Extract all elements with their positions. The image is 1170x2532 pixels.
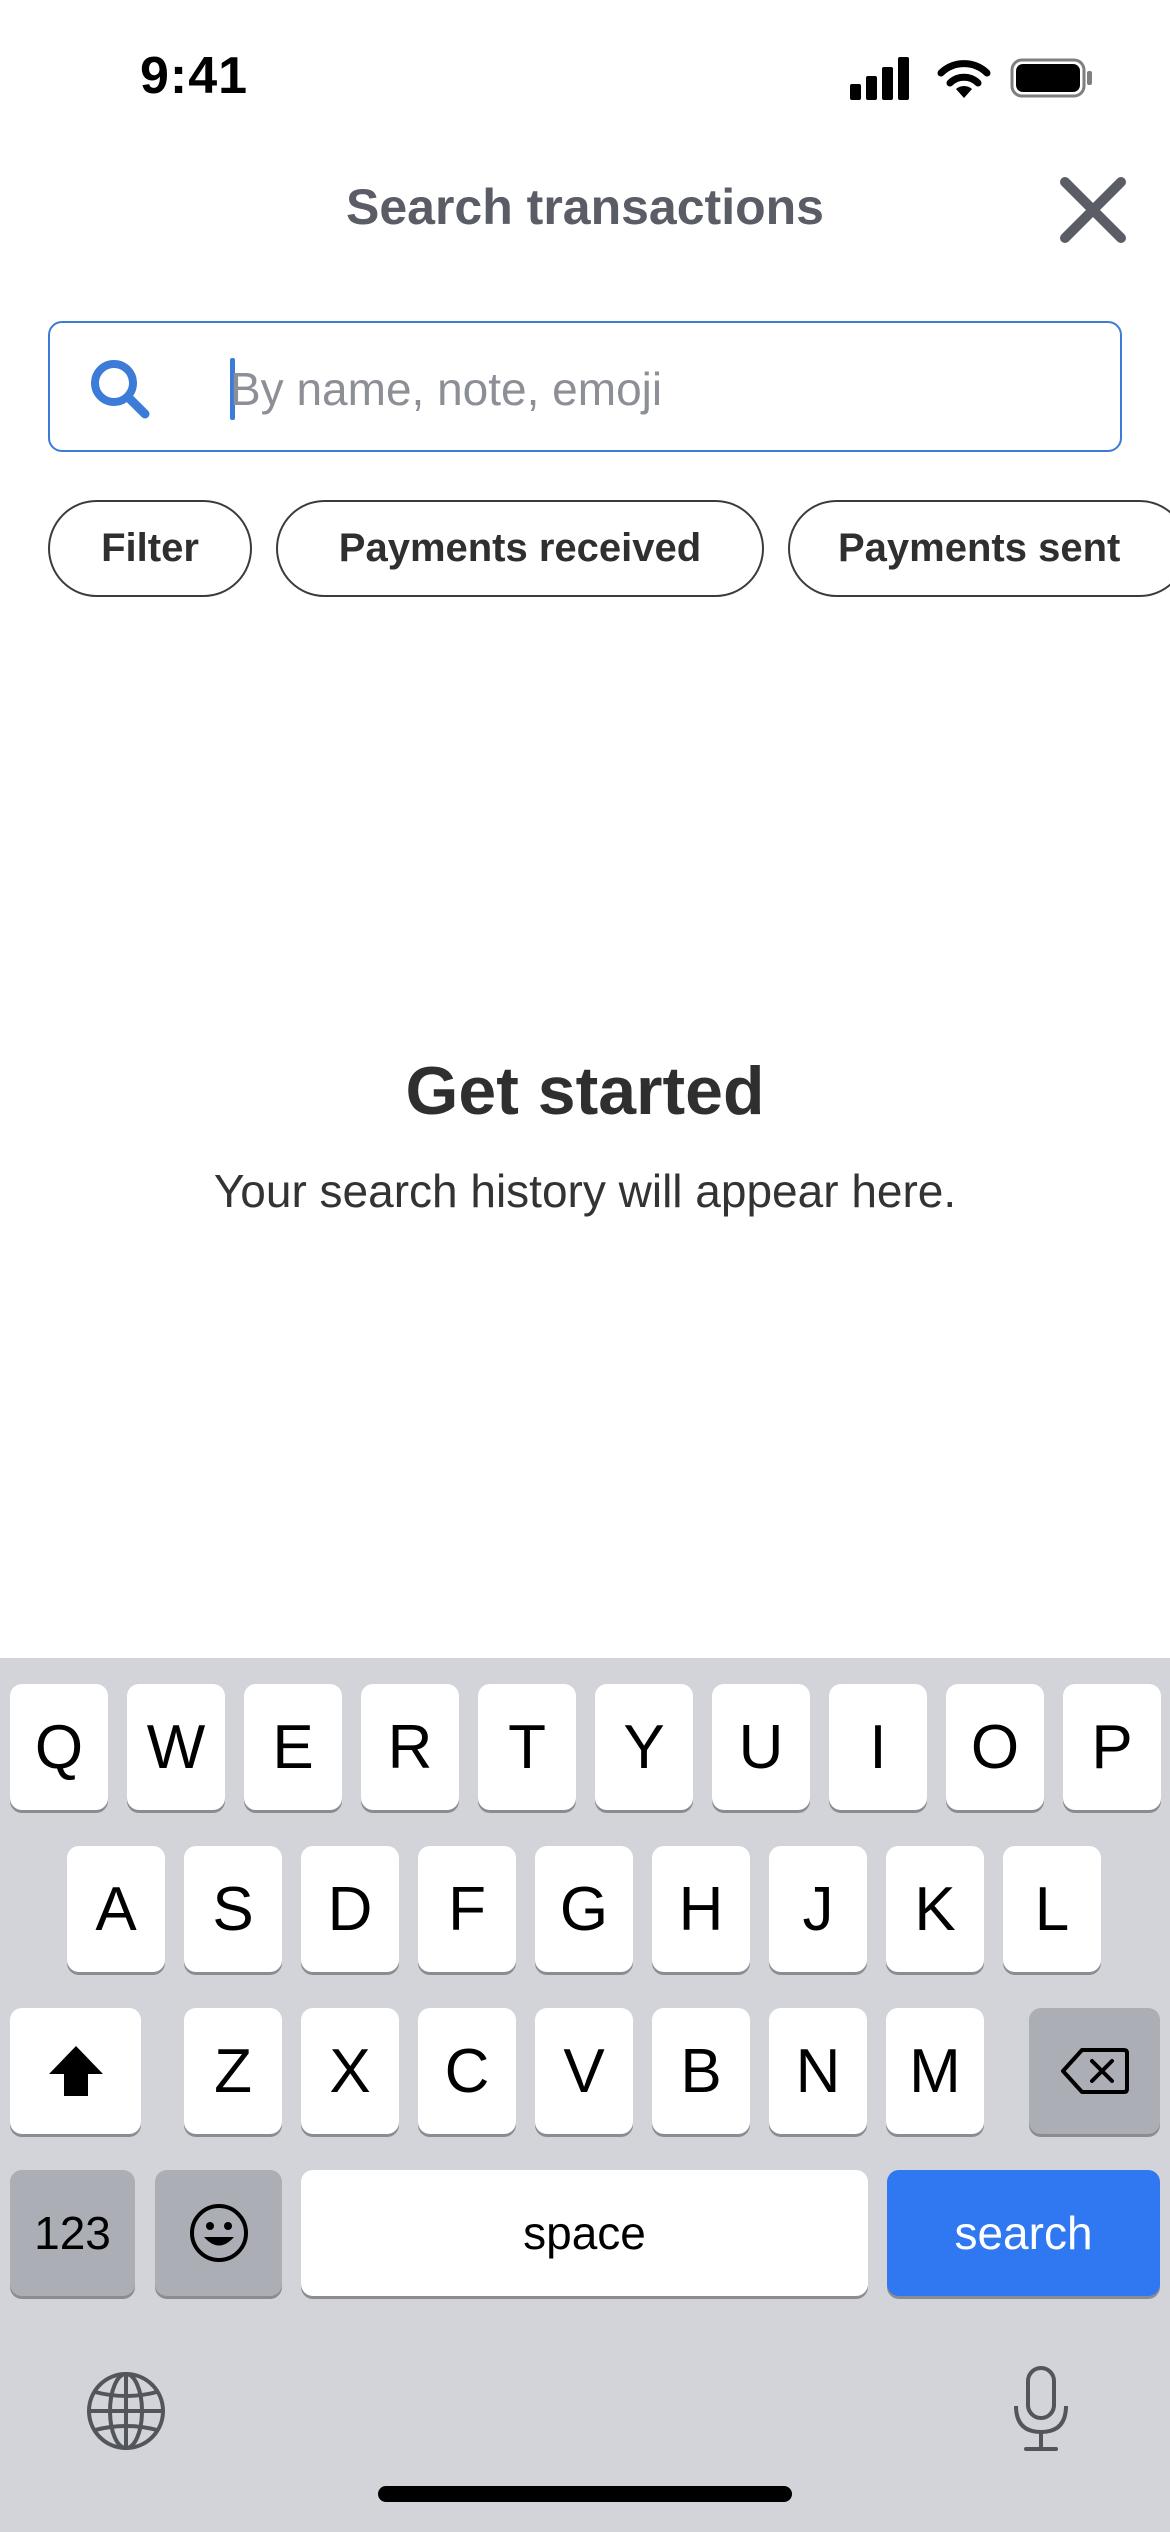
- key-a[interactable]: A: [67, 1846, 165, 1972]
- status-time: 9:41: [140, 47, 249, 105]
- key-j[interactable]: J: [769, 1846, 867, 1972]
- key-o[interactable]: O: [946, 1684, 1044, 1810]
- status-bar: 9:41: [0, 0, 1170, 150]
- backspace-icon: [1060, 2048, 1129, 2094]
- search-field[interactable]: [48, 321, 1122, 452]
- battery-icon: [1010, 58, 1092, 98]
- key-m[interactable]: M: [886, 2008, 984, 2134]
- key-n[interactable]: N: [769, 2008, 867, 2134]
- key-f[interactable]: F: [418, 1846, 516, 1972]
- key-e[interactable]: E: [244, 1684, 342, 1810]
- filter-chip[interactable]: Filter: [48, 500, 252, 597]
- key-z[interactable]: Z: [184, 2008, 282, 2134]
- backspace-key[interactable]: [1029, 2008, 1160, 2134]
- status-icons: [850, 56, 1100, 100]
- microphone-icon[interactable]: [1010, 2364, 1072, 2454]
- key-g[interactable]: G: [535, 1846, 633, 1972]
- page-title: Search transactions: [346, 179, 824, 235]
- key-r[interactable]: R: [361, 1684, 459, 1810]
- key-x[interactable]: X: [301, 2008, 399, 2134]
- emoji-icon: [189, 2204, 248, 2262]
- key-y[interactable]: Y: [595, 1684, 693, 1810]
- empty-state-subtitle: Your search history will appear here.: [213, 1165, 957, 1217]
- key-b[interactable]: B: [652, 2008, 750, 2134]
- key-h[interactable]: H: [652, 1846, 750, 1972]
- globe-icon[interactable]: [85, 2370, 167, 2452]
- wifi-icon: [937, 60, 991, 98]
- key-v[interactable]: V: [535, 2008, 633, 2134]
- key-c[interactable]: C: [418, 2008, 516, 2134]
- empty-state-title: Get started: [405, 1053, 765, 1129]
- key-s[interactable]: S: [184, 1846, 282, 1972]
- key-t[interactable]: T: [478, 1684, 576, 1810]
- search-icon: [91, 360, 150, 419]
- payments-sent-chip[interactable]: Payments sent: [788, 500, 1170, 597]
- close-button[interactable]: [1055, 172, 1131, 248]
- key-d[interactable]: D: [301, 1846, 399, 1972]
- emoji-key[interactable]: [155, 2170, 282, 2296]
- home-indicator: [378, 2486, 792, 2502]
- filter-chips: Filter Payments received Payments sent: [0, 500, 1170, 598]
- key-w[interactable]: W: [127, 1684, 225, 1810]
- key-i[interactable]: I: [829, 1684, 927, 1810]
- space-key[interactable]: space: [301, 2170, 868, 2296]
- key-p[interactable]: P: [1063, 1684, 1161, 1810]
- key-k[interactable]: K: [886, 1846, 984, 1972]
- shift-key[interactable]: [10, 2008, 141, 2134]
- payments-received-chip[interactable]: Payments received: [276, 500, 764, 597]
- search-input[interactable]: [230, 347, 1090, 431]
- keyboard: Q W E R T Y U I O P A S D F G H J K L Z …: [0, 1658, 1170, 2532]
- cellular-signal-icon: [850, 57, 909, 100]
- key-l[interactable]: L: [1003, 1846, 1101, 1972]
- key-q[interactable]: Q: [10, 1684, 108, 1810]
- search-key[interactable]: search: [887, 2170, 1160, 2296]
- shift-icon: [48, 2046, 103, 2096]
- key-u[interactable]: U: [712, 1684, 810, 1810]
- close-icon: [1060, 177, 1126, 243]
- numbers-key[interactable]: 123: [10, 2170, 135, 2296]
